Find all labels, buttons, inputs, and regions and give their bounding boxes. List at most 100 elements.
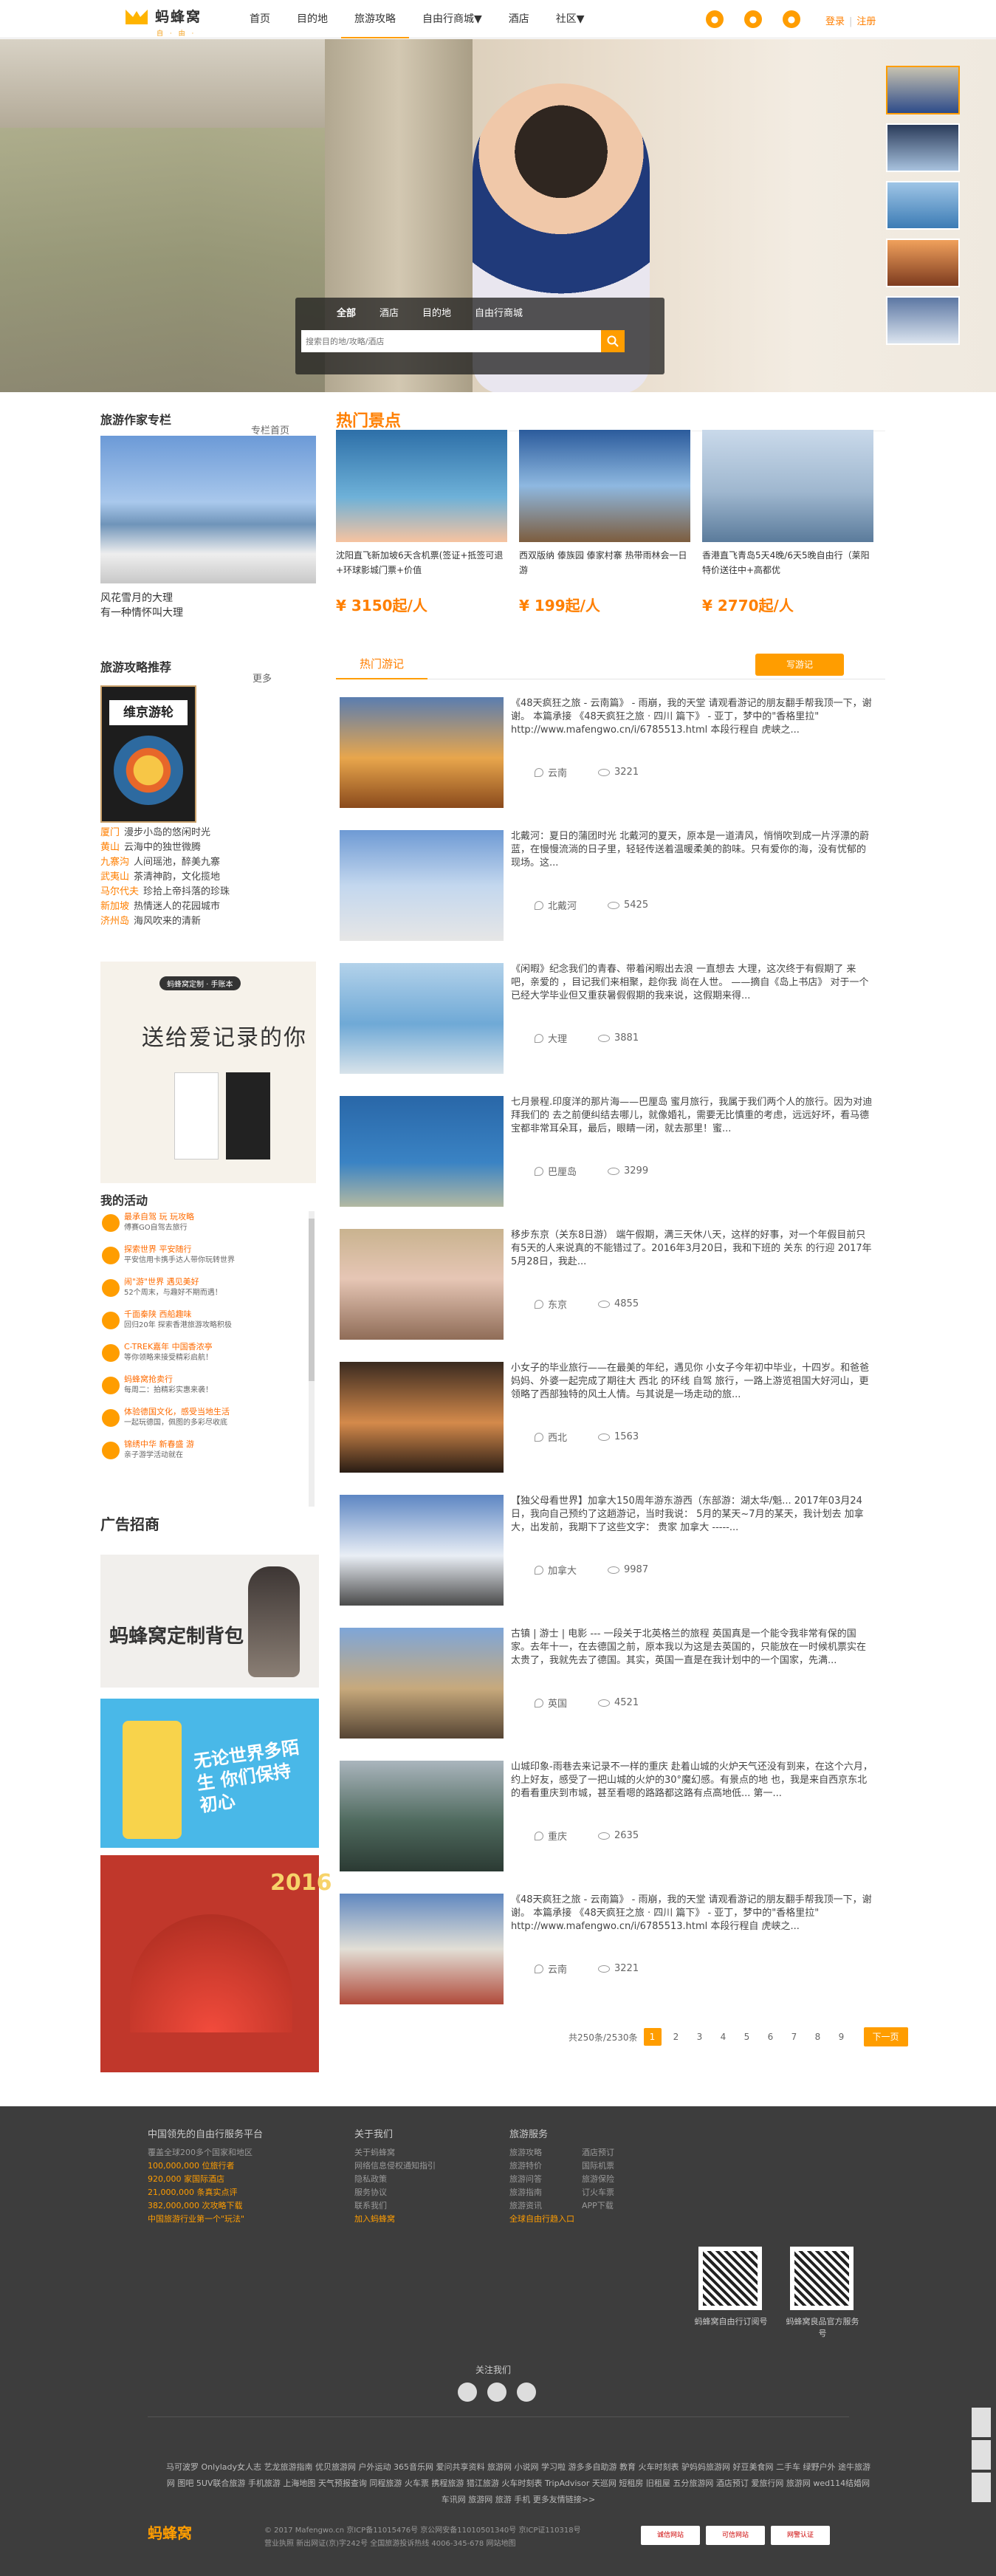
page-link[interactable]: 9 (833, 2028, 851, 2046)
footer-logo[interactable]: 蚂蜂窝 (148, 2521, 192, 2543)
footer-link[interactable]: 网络信息侵权通知指引 (354, 2159, 473, 2173)
footer-link[interactable]: 加入蚂蜂窝 (354, 2213, 473, 2226)
search-tab-destinations[interactable]: 目的地 (411, 306, 463, 321)
activity-item[interactable]: 锦绣中华 新春盛 游亲子游学活动就在 (100, 1439, 316, 1471)
trust-badge[interactable]: 网警认证 (771, 2526, 830, 2545)
note-text[interactable]: 《闲暇》纪念我们的青春、带着闲暇出去浪 一直想去 大理，这次终于有假期了 来吧，… (511, 963, 873, 1016)
scrollbar-thumb[interactable] (309, 1219, 315, 1381)
note-image[interactable] (340, 1894, 504, 2004)
login-link[interactable]: 登录 (825, 16, 845, 27)
register-link[interactable]: 注册 (856, 16, 876, 27)
activities-scrollbar[interactable] (309, 1211, 315, 1507)
travel-note[interactable]: 北戴河：夏日的蒲团时光 北戴河的夏天，原本是一道清风，悄悄吹到成一片浮漂的蔚蓝，… (340, 830, 871, 963)
page-link[interactable]: 8 (809, 2028, 827, 2046)
weibo-icon[interactable]: ● (783, 10, 800, 28)
travel-note[interactable]: 移步东京（关东8日游） 端午假期，满三天休八天，这样的好事，对一个年假目前只有5… (340, 1229, 873, 1362)
note-location[interactable]: 重庆 (548, 1829, 567, 1843)
activity-item[interactable]: 闹"游"世界 遇见美好 52个周末，与趣好不期而遇！ (100, 1276, 316, 1309)
note-location[interactable]: 西北 (548, 1430, 567, 1444)
hero-thumb[interactable] (886, 66, 960, 114)
note-image[interactable] (340, 1761, 504, 1871)
footer-link[interactable]: 关于蚂蜂窝 (354, 2146, 473, 2159)
note-image[interactable] (340, 830, 504, 941)
activity-item[interactable]: 蚂蜂窝抢卖行 每周二：拍精彩实惠来袭！ (100, 1374, 316, 1406)
feedback-icon[interactable] (972, 2440, 991, 2470)
note-image[interactable] (340, 1628, 504, 1739)
nav-destinations[interactable]: 目的地 (284, 0, 341, 38)
columnist-caption[interactable]: 风花雪月的大理 有一种情怀叫大理 (100, 591, 316, 620)
page-link[interactable]: 5 (738, 2028, 756, 2046)
search-tab-mall[interactable]: 自由行商城 (463, 306, 535, 321)
hero-thumb[interactable] (886, 181, 960, 230)
nav-hotels[interactable]: 酒店 (495, 0, 543, 38)
note-location[interactable]: 东京 (548, 1297, 567, 1311)
note-location[interactable]: 加拿大 (548, 1563, 577, 1577)
note-text[interactable]: 山城印象-雨巷去来记录不一样的重庆 赴着山城的火炉天气还没有到来，在这个六月，约… (511, 1761, 873, 1814)
wechat-icon[interactable] (487, 2383, 506, 2402)
note-location[interactable]: 北戴河 (548, 898, 577, 912)
note-image[interactable] (340, 1229, 504, 1340)
back-to-top-icon[interactable] (972, 2473, 991, 2502)
footer-link[interactable]: 订火车票 (582, 2186, 648, 2199)
note-image[interactable] (340, 1362, 504, 1473)
write-note-button[interactable]: 写游记 (755, 654, 844, 676)
note-text[interactable]: 北戴河：夏日的蒲团时光 北戴河的夏天，原本是一道清风，悄悄吹到成一片浮漂的蔚蓝，… (511, 830, 873, 883)
activity-item[interactable]: 探索世界 平安随行 平安信用卡携手达人带你玩转世界 (100, 1244, 316, 1276)
nav-community[interactable]: 社区▼ (543, 0, 598, 38)
search-button[interactable] (601, 330, 625, 352)
footer-link[interactable]: 国际机票 (582, 2159, 648, 2173)
guide-item[interactable]: 新加坡 热情迷人的花园城市 (100, 900, 316, 914)
guides-more-link[interactable]: 更多 (253, 671, 272, 685)
guide-item[interactable]: 马尔代夫 珍拾上帝抖落的珍珠 (100, 885, 316, 900)
page-link[interactable]: 3 (691, 2028, 709, 2046)
hero-thumb[interactable] (886, 123, 960, 172)
nav-guides[interactable]: 旅游攻略 (341, 0, 409, 38)
note-image[interactable] (340, 963, 504, 1074)
share-icon[interactable] (972, 2408, 991, 2437)
note-location[interactable]: 大理 (548, 1031, 567, 1045)
page-link[interactable]: 4 (715, 2028, 732, 2046)
note-location[interactable]: 云南 (548, 1962, 567, 1976)
travel-note[interactable]: 【独父母看世界】加拿大150周年游东游西（东部游：湖太华/魁... 2017年0… (340, 1495, 871, 1628)
trust-badge[interactable]: 诚信网站 (641, 2526, 700, 2545)
page-link[interactable]: 1 (643, 2028, 662, 2046)
columnist-image[interactable] (100, 436, 316, 583)
guide-item[interactable]: 黄山 云海中的独世微腾 (100, 840, 316, 855)
activity-item[interactable]: 千面秦陕 西船趣味 回归20年 探索香港旅游攻略积极 (100, 1309, 316, 1341)
nav-home[interactable]: 首页 (236, 0, 284, 38)
search-tab-hotels[interactable]: 酒店 (368, 306, 411, 321)
footer-link[interactable]: 酒店预订 (582, 2146, 648, 2159)
nav-mall[interactable]: 自由行商城▼ (409, 0, 495, 38)
ad-luggage[interactable]: 无论世界多陌生 你们保持初心 (100, 1699, 319, 1848)
next-page-button[interactable]: 下一页 (863, 2027, 908, 2046)
footer-link[interactable]: APP下载 (582, 2199, 648, 2213)
travel-note[interactable]: 小女子的毕业旅行——在最美的年纪，遇见你 小女子今年初中毕业，十四岁。和爸爸妈妈… (340, 1362, 871, 1495)
columnist-more-link[interactable]: 专栏首页 (251, 422, 289, 436)
trust-badge[interactable]: 可信网站 (706, 2526, 765, 2545)
hero-thumb[interactable] (886, 239, 960, 287)
guide-item[interactable]: 济州岛 海风吹来的清新 (100, 914, 316, 929)
tab-hot-notes[interactable]: 热门游记 (336, 650, 428, 679)
notebook-promo[interactable]: 蚂蜂窝定制 · 手账本 送给爱记录的你 (100, 962, 316, 1183)
footer-link[interactable]: 服务协议 (354, 2186, 473, 2199)
note-text[interactable]: 小女子的毕业旅行——在最美的年纪，遇见你 小女子今年初中毕业，十四岁。和爸爸妈妈… (511, 1362, 873, 1415)
note-image[interactable] (340, 1495, 504, 1606)
brand-logo[interactable]: 蚂蜂窝 自 · 由 · 行 (124, 6, 202, 47)
note-location[interactable]: 英国 (548, 1696, 567, 1710)
note-text[interactable]: 【独父母看世界】加拿大150周年游东游西（东部游：湖太华/魁... 2017年0… (511, 1495, 873, 1548)
activity-item[interactable]: C-TREK嘉年 中国香浓亭 等你领略来接受精彩启航！ (100, 1341, 316, 1374)
spot-card[interactable]: 沈阳直飞新加坡6天含机票(签证+抵签可退+环球影城门票+价值 ¥ 3150起/人 (336, 430, 507, 615)
travel-note[interactable]: 《48天疯狂之旅 - 云南篇》 - 雨崩，我的天堂 请观看游记的朋友翻手帮我顶一… (340, 697, 872, 830)
wechat-icon[interactable]: ● (706, 10, 724, 28)
page-link[interactable]: 7 (786, 2028, 803, 2046)
footer-link[interactable]: 旅游保险 (582, 2173, 648, 2186)
weibo-icon[interactable] (458, 2383, 477, 2402)
note-location[interactable]: 巴厘岛 (548, 1164, 577, 1178)
note-location[interactable]: 云南 (548, 765, 567, 779)
travel-note[interactable]: 《48天疯狂之旅 - 云南篇》 - 雨崩，我的天堂 请观看游记的朋友翻手帮我顶一… (340, 1894, 872, 2027)
note-text[interactable]: 移步东京（关东8日游） 端午假期，满三天休八天，这样的好事，对一个年假目前只有5… (511, 1229, 873, 1282)
travel-note[interactable]: 古镇 | 游士 | 电影 --- 一段关于北英格兰的旅程 英国真是一个能令我非常… (340, 1628, 871, 1761)
travel-note[interactable]: 山城印象-雨巷去来记录不一样的重庆 赴着山城的火炉天气还没有到来，在这个六月，约… (340, 1761, 873, 1894)
guide-item[interactable]: 武夷山 茶清神韵，文化揽地 (100, 870, 316, 885)
note-image[interactable] (340, 1096, 504, 1207)
